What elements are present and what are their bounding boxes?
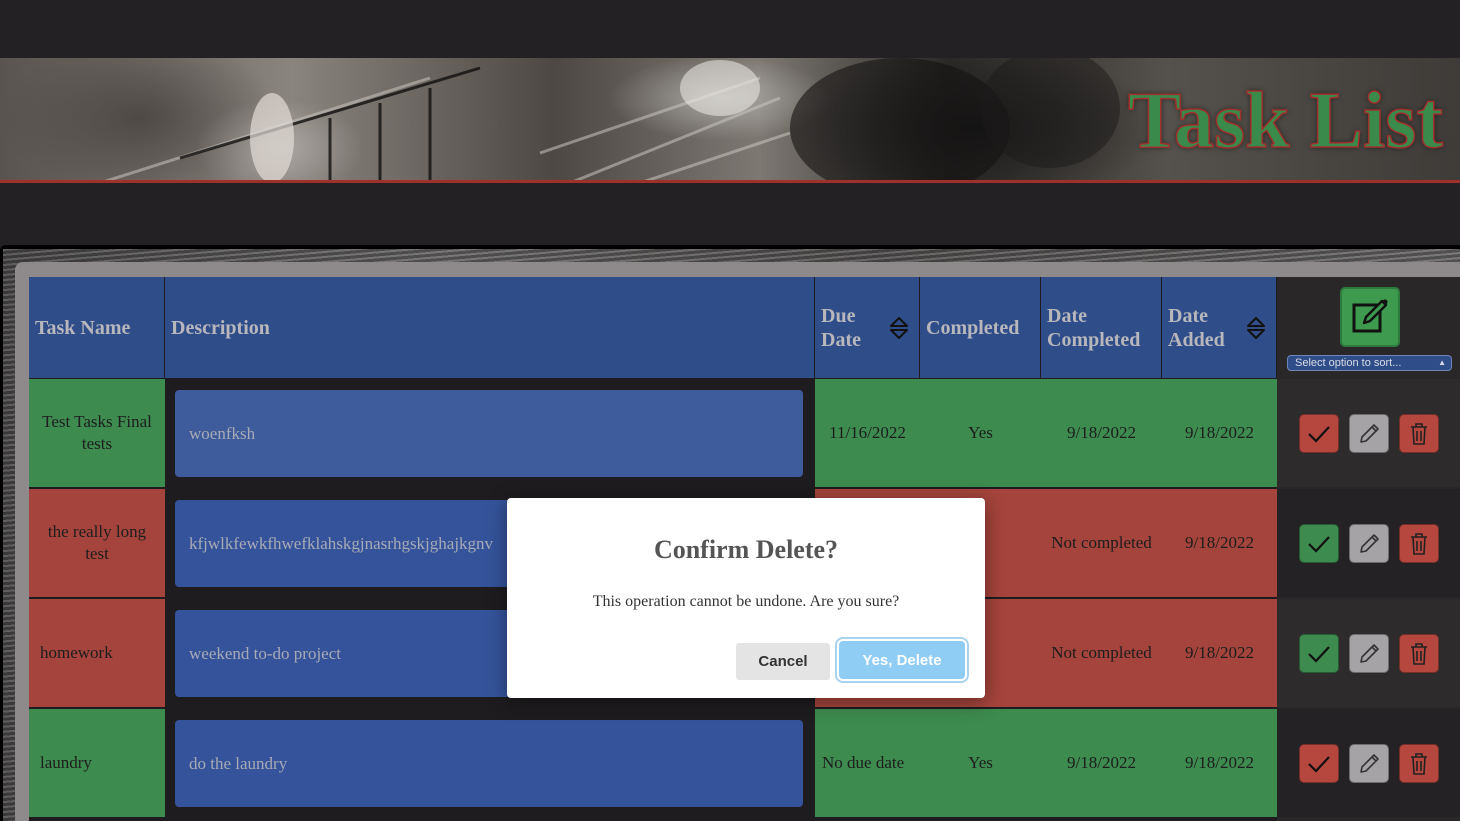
dialog-message: This operation cannot be undone. Are you… [592, 593, 900, 610]
date-completed-cell: Not completed [1041, 489, 1162, 597]
header-task-name: Task Name [29, 277, 165, 378]
task-name-cell: Test Tasks Final tests [29, 379, 165, 487]
header-due-date-label: Due Date [821, 304, 861, 351]
trash-icon [1411, 532, 1427, 555]
task-name-cell: homework [29, 599, 165, 707]
pencil-icon [1360, 643, 1379, 663]
date-completed-cell: 9/18/2022 [1041, 379, 1162, 487]
date-added-cell: 9/18/2022 [1162, 709, 1277, 817]
add-task-icon [1352, 299, 1388, 333]
dialog-title: Confirm Delete? [653, 535, 839, 564]
delete-task-button[interactable] [1399, 744, 1439, 783]
checkmark-icon [1308, 755, 1330, 773]
delete-task-button[interactable] [1399, 414, 1439, 453]
delete-task-button[interactable] [1399, 634, 1439, 673]
chevron-updown-icon: ▲ [1438, 358, 1446, 367]
header-description: Description [165, 277, 815, 378]
description-box: do the laundry [175, 720, 803, 807]
header-date-added-label: Date Added [1168, 304, 1225, 351]
mark-complete-button[interactable] [1299, 634, 1339, 673]
description-box: woenfksh [175, 390, 803, 477]
pencil-icon [1360, 423, 1379, 443]
sort-select[interactable]: Select option to sort... ▲ [1287, 355, 1452, 371]
checkmark-icon [1308, 425, 1330, 443]
trash-icon [1411, 642, 1427, 665]
date-completed-cell: 9/18/2022 [1041, 709, 1162, 817]
completed-cell: Yes [920, 379, 1041, 487]
description-cell: woenfksh [165, 379, 813, 487]
date-added-cell: 9/18/2022 [1162, 599, 1277, 707]
mark-complete-button[interactable] [1299, 414, 1339, 453]
pencil-icon [1360, 533, 1379, 553]
delete-task-button[interactable] [1399, 524, 1439, 563]
header-date-completed-label: Date Completed [1047, 304, 1141, 351]
date-completed-cell: Not completed [1041, 599, 1162, 707]
confirm-delete-dialog: Confirm Delete? This operation cannot be… [507, 498, 985, 698]
header-due-date[interactable]: Due Date [815, 277, 920, 378]
checkmark-icon [1308, 645, 1330, 663]
mark-complete-button[interactable] [1299, 744, 1339, 783]
pencil-icon [1360, 753, 1379, 773]
app-title: Task List [1127, 76, 1444, 166]
description-cell: do the laundry [165, 709, 813, 817]
mark-complete-button[interactable] [1299, 524, 1339, 563]
confirm-delete-button[interactable]: Yes, Delete [839, 641, 965, 679]
header-banner: Task List [0, 58, 1460, 183]
table-row: laundry do the laundry No due date Yes 9… [29, 709, 1277, 817]
completed-cell: Yes [920, 709, 1041, 817]
cancel-button[interactable]: Cancel [736, 643, 830, 680]
edit-task-button[interactable] [1349, 414, 1389, 453]
date-added-cell: 9/18/2022 [1162, 379, 1277, 487]
edit-task-button[interactable] [1349, 744, 1389, 783]
header-description-label: Description [171, 316, 270, 339]
header-date-added[interactable]: Date Added [1162, 277, 1277, 378]
trash-icon [1411, 422, 1427, 445]
add-task-button[interactable] [1340, 287, 1400, 347]
checkmark-icon [1308, 535, 1330, 553]
sort-arrows-icon[interactable] [1246, 316, 1266, 340]
header-completed-label: Completed [926, 316, 1020, 339]
trash-icon [1411, 752, 1427, 775]
sort-arrows-icon[interactable] [889, 316, 909, 340]
date-added-cell: 9/18/2022 [1162, 489, 1277, 597]
edit-task-button[interactable] [1349, 634, 1389, 673]
header-task-name-label: Task Name [35, 316, 131, 339]
header-completed: Completed [920, 277, 1041, 378]
table-row: Test Tasks Final tests woenfksh 11/16/20… [29, 379, 1277, 487]
sort-select-value: Select option to sort... [1295, 357, 1402, 369]
task-name-cell: the really long test [29, 489, 165, 597]
task-name-cell: laundry [29, 709, 165, 817]
edit-task-button[interactable] [1349, 524, 1389, 563]
due-date-cell: No due date [815, 709, 920, 817]
due-date-cell: 11/16/2022 [815, 379, 920, 487]
header-date-completed: Date Completed [1041, 277, 1162, 378]
